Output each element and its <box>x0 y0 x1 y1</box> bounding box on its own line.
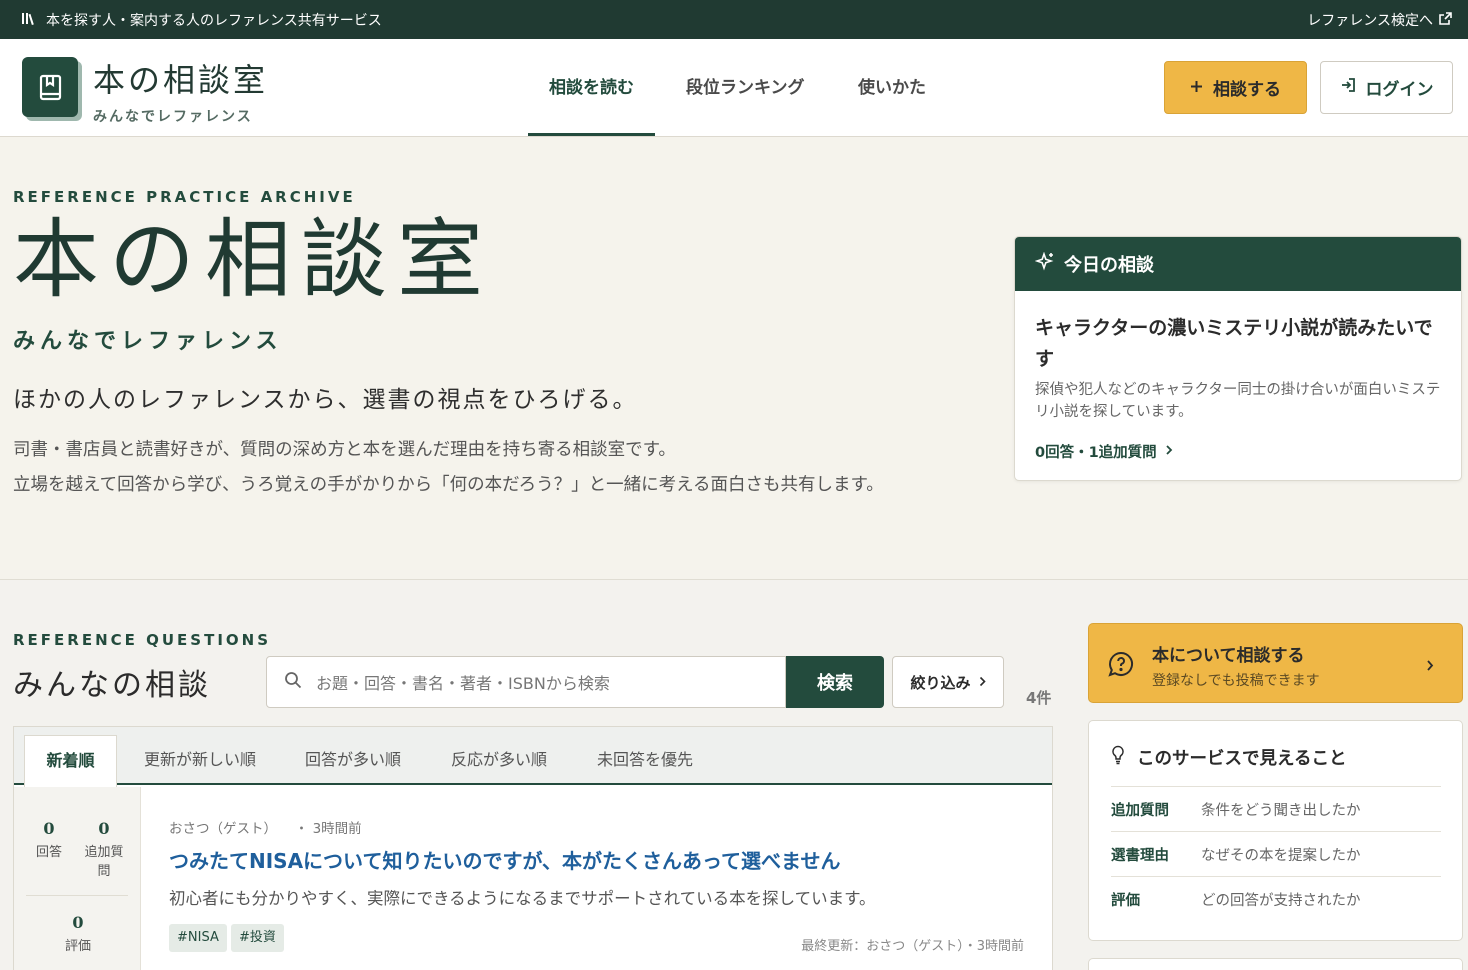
features-heading: このサービスで見えること <box>1111 745 1346 770</box>
feature-key: 選書理由 <box>1111 847 1169 864</box>
chat-question-icon <box>1108 651 1134 681</box>
tag-investment[interactable]: #投資 <box>231 924 284 952</box>
hero-desc-line1: 司書・書店員と読書好きが、質問の深め方と本を選んだ理由を持ち寄る相談室です。 <box>13 440 676 460</box>
question-title-link[interactable]: つみたてNISAについて知りたいのですが、本がたくさんあって選べません <box>169 845 840 874</box>
login-icon <box>1340 77 1356 98</box>
feature-row-selection: 選書理由 なぜその本を提案したか <box>1111 831 1441 876</box>
today-question-meta[interactable]: 0回答・1追加質問 <box>1035 441 1173 462</box>
feature-row-followups: 追加質問 条件をどう聞き出したか <box>1111 786 1441 831</box>
tab-recently-updated[interactable]: 更新が新しい順 <box>144 735 256 785</box>
stat-rating-label: 評価 <box>64 939 91 954</box>
features-title: このサービスで見えること <box>1137 749 1347 769</box>
today-question-desc: 探偵や犯人などのキャラクター同士の掛け合いが面白いミステリ小説を探しています。 <box>1035 382 1441 420</box>
feature-value: どの回答が支持されたか <box>1201 892 1361 909</box>
stat-followups: 0 追加質問 <box>80 819 128 881</box>
search-button[interactable]: 検索 <box>786 656 884 708</box>
search-placeholder: お題・回答・書名・著者・ISBNから検索 <box>316 674 610 693</box>
sidebar-next-card <box>1088 958 1463 970</box>
question-list: 新着順 更新が新しい順 回答が多い順 反応が多い順 未回答を優先 0 回答 0 … <box>13 726 1053 970</box>
consult-cta-subtitle: 登録なしでも投稿できます <box>1152 673 1320 689</box>
question-author[interactable]: おさつ（ゲスト） <box>169 821 277 837</box>
hero-desc-line2: 立場を越えて回答から学び、うろ覚えの手がかりから「何の本だろう？」と一緒に考える… <box>13 475 884 495</box>
questions-title: みんなの相談 <box>13 668 211 703</box>
hero-lead: ほかの人のレファレンスから、選書の視点をひろげる。 <box>13 387 638 413</box>
books-icon <box>22 12 37 29</box>
today-consult-card[interactable]: 今日の相談 キャラクターの濃いミステリ小説が読みたいです 探偵や犯人などのキャラ… <box>1014 236 1462 481</box>
feature-key: 評価 <box>1111 892 1140 909</box>
question-time: 3時間前 <box>312 821 362 837</box>
exam-link[interactable]: レファレンス検定へ <box>1307 10 1452 30</box>
exam-link-label: レファレンス検定へ <box>1307 13 1433 29</box>
question-meta: おさつ（ゲスト） ・ 3時間前 <box>169 817 362 837</box>
sparkle-icon <box>1034 251 1055 277</box>
meta-separator: ・ <box>281 821 309 837</box>
stats-divider <box>26 895 128 896</box>
nav-ranking[interactable]: 段位ランキング <box>686 39 805 136</box>
stat-rating-count: 0 <box>72 913 84 932</box>
tag-nisa[interactable]: #NISA <box>169 924 227 952</box>
stat-followups-label: 追加質問 <box>84 845 124 879</box>
question-stats: 0 回答 0 追加質問 0 評価 <box>14 787 141 970</box>
book-icon <box>39 74 62 105</box>
stat-answers-label: 回答 <box>35 845 62 860</box>
today-consult-heading: 今日の相談 <box>1064 255 1154 276</box>
stat-answers: 0 回答 <box>34 819 64 862</box>
result-count: 4件 <box>1026 689 1052 707</box>
tab-unanswered-first[interactable]: 未回答を優先 <box>597 735 693 785</box>
plus-icon <box>1190 78 1203 98</box>
external-link-icon <box>1439 11 1452 29</box>
sort-tabs: 新着順 更新が新しい順 回答が多い順 反応が多い順 未回答を優先 <box>14 727 1052 787</box>
search-input[interactable]: お題・回答・書名・著者・ISBNから検索 <box>266 656 786 708</box>
nav-howto[interactable]: 使いかた <box>858 39 926 136</box>
login-button-label: ログイン <box>1365 80 1434 100</box>
questions-eyebrow: REFERENCE QUESTIONS <box>13 631 272 649</box>
stat-rating: 0 評価 <box>58 913 98 956</box>
chevron-right-icon <box>1426 657 1434 676</box>
hero-subtitle: みんなでレファレンス <box>13 329 283 354</box>
chevron-right-icon <box>979 673 986 691</box>
today-meta-label: 0回答・1追加質問 <box>1035 445 1157 461</box>
consult-button-label: 相談する <box>1213 80 1281 100</box>
question-desc: 初心者にも分かりやすく、実際にできるようになるまでサポートされている本を探してい… <box>169 889 876 908</box>
hero-description: 司書・書店員と読書好きが、質問の深め方と本を選んだ理由を持ち寄る相談室です。 立… <box>13 433 923 503</box>
chevron-right-icon <box>1165 444 1173 460</box>
question-last-updated: 最終更新：おさつ（ゲスト）・3時間前 <box>801 939 1024 954</box>
tagline-text: 本を探す人・案内する人のレファレンス共有サービス <box>46 13 382 29</box>
feature-value: なぜその本を提案したか <box>1201 847 1361 864</box>
feature-row-rating: 評価 どの回答が支持されたか <box>1111 876 1441 921</box>
today-question-title[interactable]: キャラクターの濃いミステリ小説が読みたいです <box>1035 313 1445 375</box>
login-button[interactable]: ログイン <box>1320 61 1453 114</box>
feature-value: 条件をどう聞き出したか <box>1201 802 1361 819</box>
consult-cta-title: 本について相談する <box>1152 646 1305 666</box>
service-features-card: このサービスで見えること 追加質問 条件をどう聞き出したか 選書理由 なぜその本… <box>1088 720 1463 941</box>
tab-most-answers[interactable]: 回答が多い順 <box>305 735 401 785</box>
tagline: 本を探す人・案内する人のレファレンス共有サービス <box>22 10 382 30</box>
hero-eyebrow: REFERENCE PRACTICE ARCHIVE <box>13 188 356 206</box>
logo-mark[interactable] <box>22 57 78 117</box>
lightbulb-icon <box>1111 745 1125 770</box>
feature-key: 追加質問 <box>1111 802 1169 819</box>
search-icon <box>284 671 302 693</box>
filter-button-label: 絞り込み <box>910 673 971 692</box>
tab-newest[interactable]: 新着順 <box>24 735 117 787</box>
consult-button[interactable]: 相談する <box>1164 61 1307 114</box>
site-header: 本の相談室 みんなでレファレンス 相談を読む 段位ランキング 使いかた 相談する… <box>0 39 1468 137</box>
hero-title: 本の相談室 <box>13 210 493 310</box>
top-bar: 本を探す人・案内する人のレファレンス共有サービス レファレンス検定へ <box>0 0 1468 39</box>
tab-most-reactions[interactable]: 反応が多い順 <box>451 735 547 785</box>
stat-followups-count: 0 <box>98 819 110 838</box>
filter-button[interactable]: 絞り込み <box>892 656 1004 708</box>
site-title[interactable]: 本の相談室 <box>93 55 268 101</box>
nav-read[interactable]: 相談を読む <box>528 39 655 136</box>
today-consult-header: 今日の相談 <box>1015 237 1461 291</box>
site-subtitle: みんなでレファレンス <box>93 109 253 125</box>
consult-cta-card[interactable]: 本について相談する 登録なしでも投稿できます <box>1088 623 1463 703</box>
stat-answers-count: 0 <box>43 819 55 838</box>
hero-section: REFERENCE PRACTICE ARCHIVE 本の相談室 みんなでレファ… <box>0 137 1468 580</box>
